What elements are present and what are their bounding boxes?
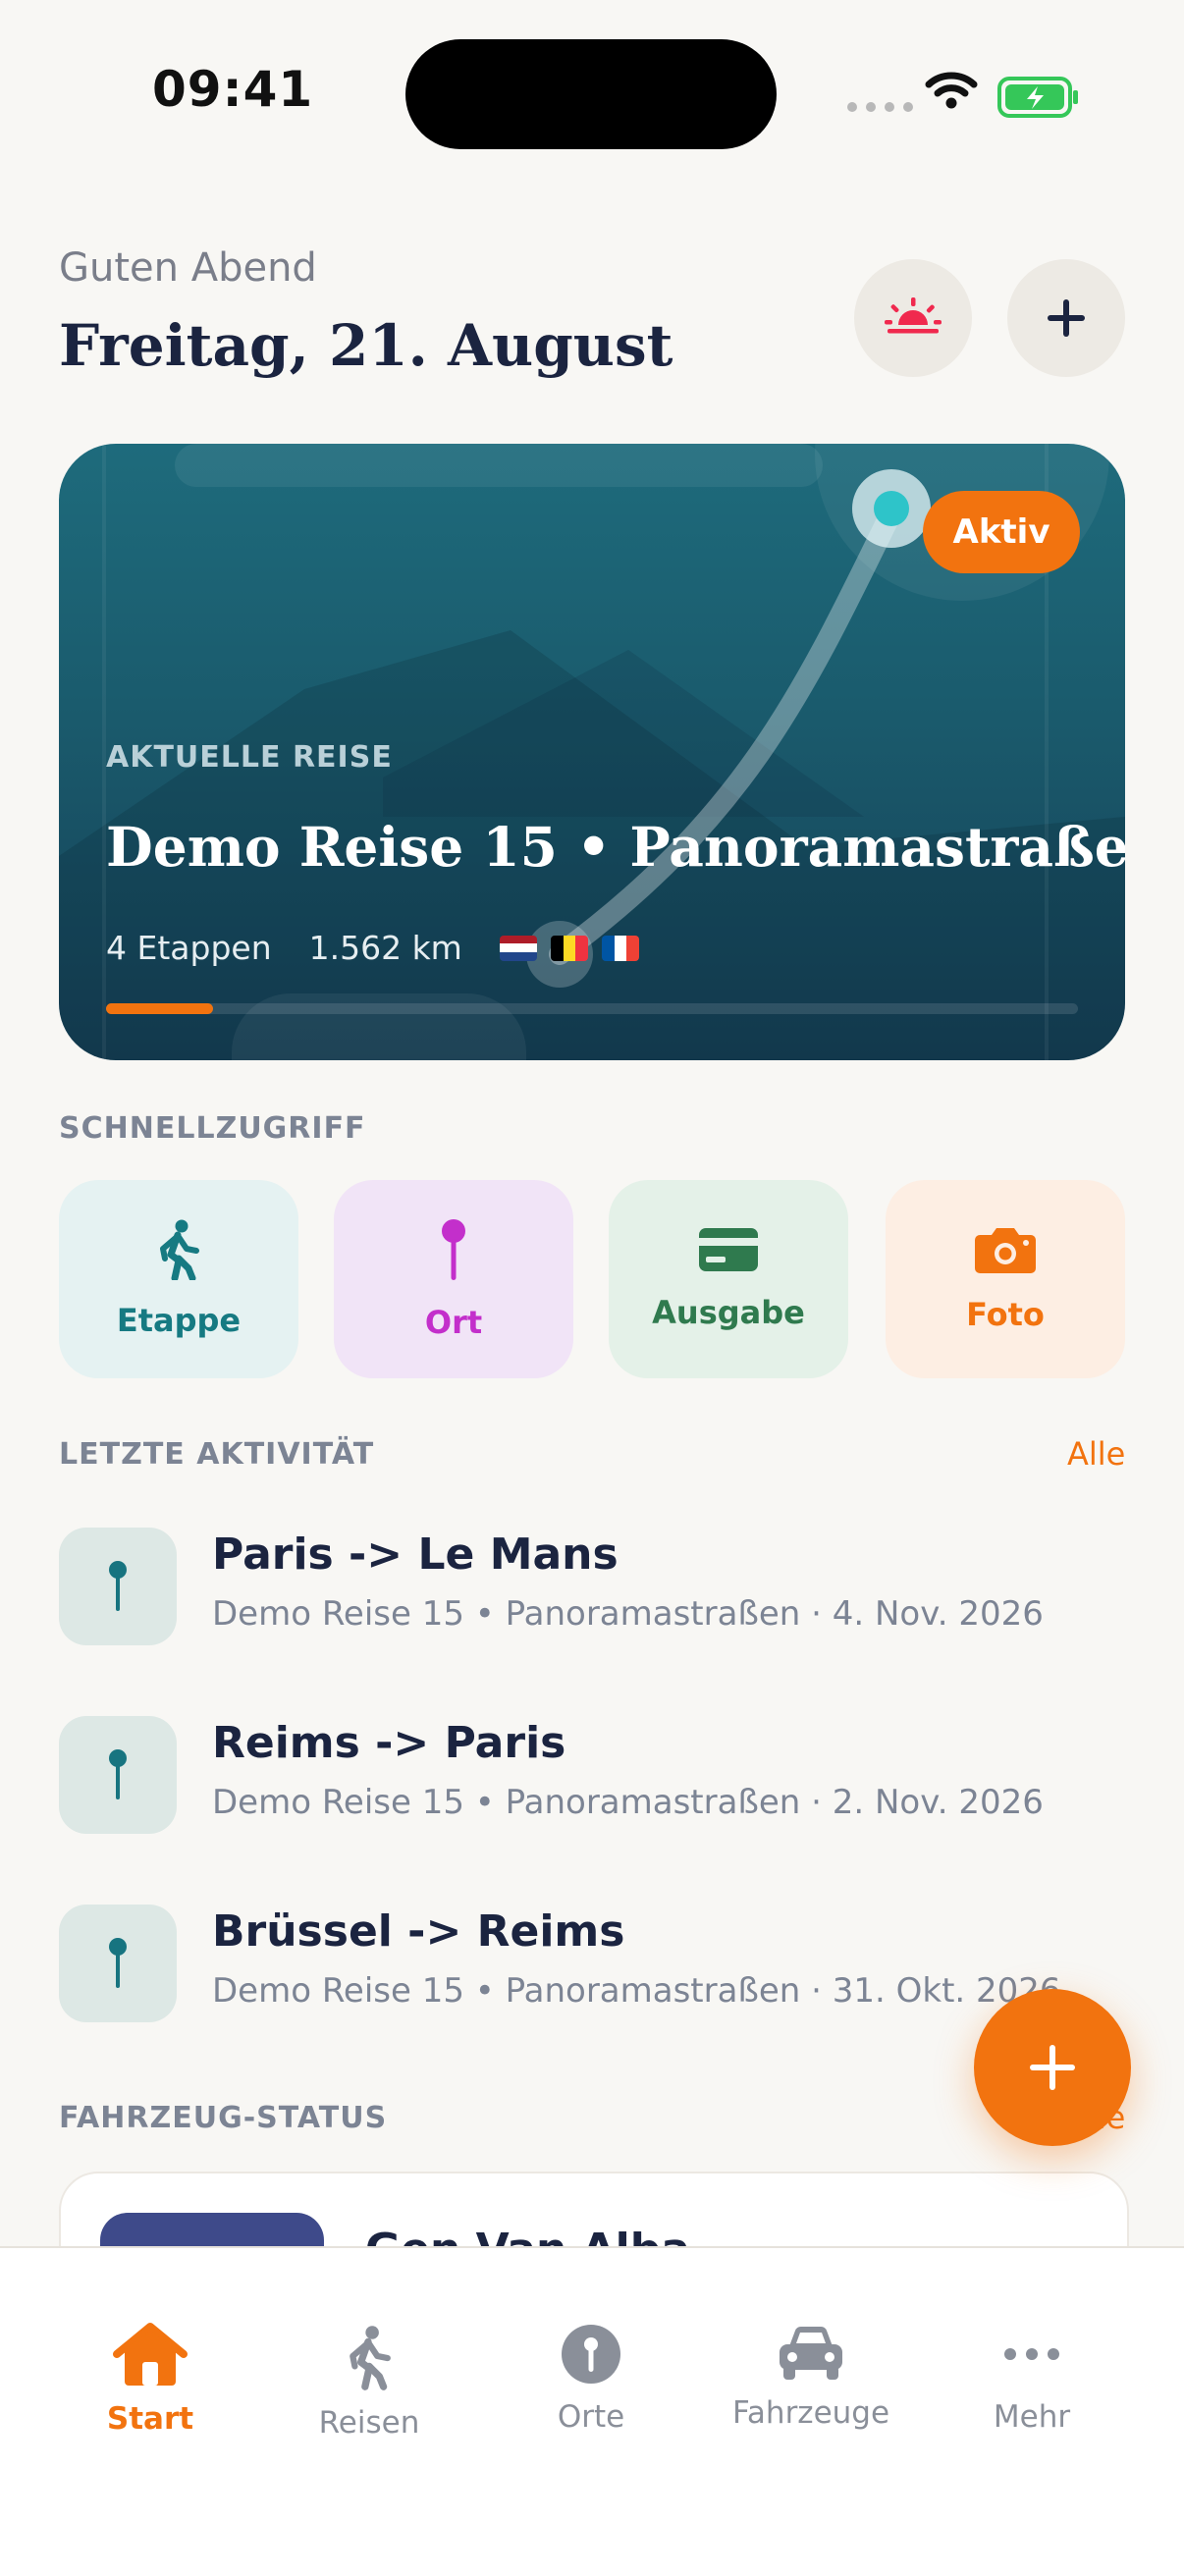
pin-icon (562, 2325, 620, 2384)
quick-stage-button[interactable]: Etappe (59, 1180, 298, 1378)
activity-title: Brüssel -> Reims (212, 1906, 625, 1957)
greeting: Guten Abend (59, 245, 317, 291)
tab-vehicles[interactable]: Fahrzeuge (713, 2323, 909, 2431)
battery-icon (997, 77, 1078, 118)
camera-icon (975, 1228, 1036, 1273)
card-icon (699, 1228, 758, 1271)
pin-icon (109, 1938, 127, 1988)
quick-place-button[interactable]: Ort (334, 1180, 573, 1378)
tab-trips[interactable]: Reisen (271, 2323, 467, 2441)
quick-access-heading: SCHNELLZUGRIFF (59, 1111, 366, 1146)
pin-icon (109, 1561, 127, 1611)
activity-item[interactable]: Reims -> Paris Demo Reise 15 • Panoramas… (59, 1714, 1125, 1836)
trip-meta: 4 Etappen 1.562 km (106, 929, 653, 967)
current-trip-card[interactable]: Aktiv AKTUELLE REISE Demo Reise 15 • Pan… (59, 444, 1125, 1060)
tab-label: Reisen (318, 2405, 420, 2441)
all-activity-link[interactable]: Alle (1067, 1435, 1125, 1473)
activity-subtitle: Demo Reise 15 • Panoramastraßen · 2. Nov… (212, 1783, 1044, 1822)
quick-photo-button[interactable]: Foto (886, 1180, 1125, 1378)
wifi-icon (925, 72, 978, 109)
tab-label: Start (106, 2401, 194, 2437)
trip-distance: 1.562 km (308, 929, 462, 967)
sunset-button[interactable] (854, 259, 972, 377)
sunset-icon (885, 297, 942, 334)
quick-photo-label: Foto (966, 1296, 1045, 1333)
cellular-signal-icon (847, 102, 913, 112)
quick-place-label: Ort (424, 1304, 483, 1341)
tab-label: Fahrzeuge (731, 2395, 890, 2431)
trip-title: Demo Reise 15 • Panoramastraßen (106, 815, 1125, 879)
page-title: Freitag, 21. August (59, 312, 673, 379)
tab-label: Orte (557, 2399, 625, 2435)
status-time: 09:41 (152, 61, 314, 118)
activity-icon (59, 1528, 177, 1645)
car-icon (780, 2326, 842, 2380)
plus-icon (1048, 299, 1085, 337)
dynamic-island (405, 39, 777, 149)
activity-item[interactable]: Paris -> Le Mans Demo Reise 15 • Panoram… (59, 1526, 1125, 1647)
quick-expense-label: Ausgabe (652, 1294, 805, 1331)
vehicle-status-heading: FAHRZEUG-STATUS (59, 2101, 388, 2135)
plus-icon (1030, 2045, 1075, 2090)
flag-belgium-icon (550, 935, 588, 961)
tab-start[interactable]: Start (52, 2323, 248, 2437)
activity-title: Paris -> Le Mans (212, 1530, 619, 1580)
activity-subtitle: Demo Reise 15 • Panoramastraßen · 31. Ok… (212, 1971, 1061, 2011)
quick-expense-button[interactable]: Ausgabe (609, 1180, 848, 1378)
pin-icon (442, 1219, 465, 1280)
walk-icon (160, 1219, 199, 1280)
status-badge: Aktiv (923, 491, 1080, 573)
trip-progress-bar (106, 1003, 1078, 1014)
flag-france-icon (601, 935, 639, 961)
trip-kicker: AKTUELLE REISE (106, 740, 393, 775)
flag-netherlands-icon (499, 935, 537, 961)
quick-stage-label: Etappe (116, 1302, 242, 1339)
activity-title: Reims -> Paris (212, 1718, 566, 1768)
activity-subtitle: Demo Reise 15 • Panoramastraßen · 4. Nov… (212, 1594, 1044, 1634)
pin-icon (109, 1749, 127, 1799)
floating-add-button[interactable] (974, 1989, 1131, 2146)
add-button[interactable] (1007, 259, 1125, 377)
activity-item[interactable]: Brüssel -> Reims Demo Reise 15 • Panoram… (59, 1903, 1125, 2024)
trip-stages: 4 Etappen (106, 929, 272, 967)
tab-places[interactable]: Orte (493, 2323, 689, 2435)
walk-icon (350, 2326, 391, 2390)
tab-label: Mehr (993, 2399, 1071, 2435)
activity-icon (59, 1905, 177, 2022)
tab-more[interactable]: Mehr (934, 2323, 1130, 2435)
home-icon (113, 2323, 188, 2386)
activity-icon (59, 1716, 177, 1834)
more-icon (1004, 2348, 1059, 2360)
trip-progress-fill (106, 1003, 213, 1014)
recent-activity-heading: LETZTE AKTIVITÄT (59, 1437, 375, 1472)
